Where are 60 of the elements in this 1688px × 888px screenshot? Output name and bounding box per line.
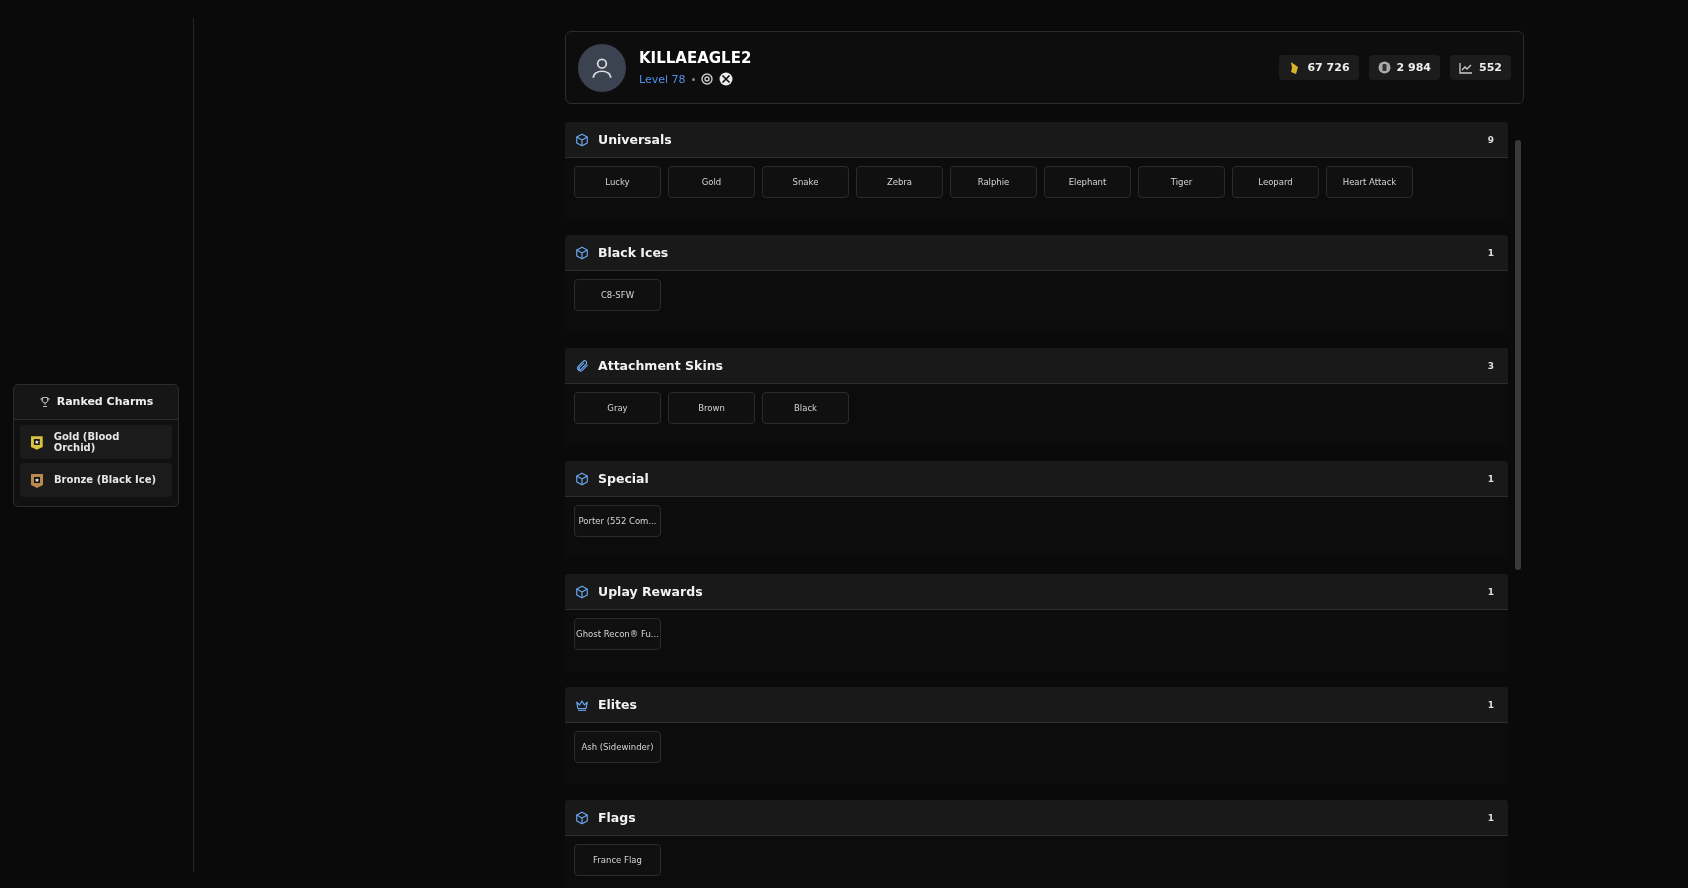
item-chip[interactable]: Ash (Sidewinder) [574,731,661,763]
cube-icon [575,132,589,147]
item-count: 9 [1487,134,1494,145]
charm-item[interactable]: Gold (Blood Orchid) [20,424,172,459]
avatar [578,43,626,92]
item-chip[interactable]: Brown [668,392,755,424]
scrollbar-thumb[interactable] [1515,140,1521,570]
cube-icon [575,245,589,260]
charm-item[interactable]: Bronze (Black Ice) [20,462,172,497]
section-title: Black Ices [598,245,670,260]
stat-value: 2 984 [1396,61,1432,74]
stat-value: 552 [1479,61,1502,74]
section-title: Flags [598,810,637,825]
cube-icon [575,810,589,825]
item-chip[interactable]: Lucky [574,166,661,198]
item-chip[interactable]: C8-SFW [574,279,661,311]
trophy-icon [38,395,51,408]
separator-dot [691,77,695,81]
item-count: 1 [1487,247,1494,258]
cube-icon [575,584,589,599]
paperclip-icon [575,358,589,373]
panel-title: Ranked Charms [56,395,154,408]
player-name: KILLAEAGLE2 [639,49,753,67]
chart-icon [1459,61,1474,74]
item-chip[interactable]: France Flag [574,844,661,876]
cube-icon [575,471,589,486]
section-title: Universals [598,132,673,147]
item-chip[interactable]: Ralphie [950,166,1037,198]
item-chip[interactable]: Gray [574,392,661,424]
item-chip[interactable]: Snake [762,166,849,198]
credits-icon [1377,61,1391,74]
item-count: 1 [1487,473,1494,484]
item-count: 1 [1487,586,1494,597]
section-header[interactable]: Attachment Skins 3 [565,348,1508,384]
item-count: 3 [1487,360,1494,371]
charm-label: Bronze (Black Ice) [54,474,157,485]
section-title: Uplay Rewards [598,584,704,599]
item-chip[interactable]: Porter (552 Com... [574,505,661,537]
stat-value: 67 726 [1307,61,1350,74]
section-header[interactable]: Elites 1 [565,687,1508,723]
item-chip[interactable]: Zebra [856,166,943,198]
section-header[interactable]: Flags 1 [565,800,1508,836]
section-title: Special [598,471,650,486]
level-label: Level 78 [639,72,686,86]
section-header[interactable]: Black Ices 1 [565,235,1508,271]
item-count: 1 [1487,812,1494,823]
item-chip[interactable]: Ghost Recon® Fu... [574,618,661,650]
section-title: Elites [598,697,638,712]
item-chip[interactable]: Leopard [1232,166,1319,198]
item-chip[interactable]: Tiger [1138,166,1225,198]
item-chip[interactable]: Gold [668,166,755,198]
section-title: Attachment Skins [598,358,725,373]
item-chip[interactable]: Elephant [1044,166,1131,198]
section-header[interactable]: Uplay Rewards 1 [565,574,1508,610]
item-chip[interactable]: Black [762,392,849,424]
section-header[interactable]: Universals 9 [565,122,1508,158]
charm-label: Gold (Blood Orchid) [53,430,121,453]
item-count: 1 [1487,699,1494,710]
item-chip[interactable]: Heart Attack [1326,166,1413,198]
section-header[interactable]: Special 1 [565,461,1508,497]
